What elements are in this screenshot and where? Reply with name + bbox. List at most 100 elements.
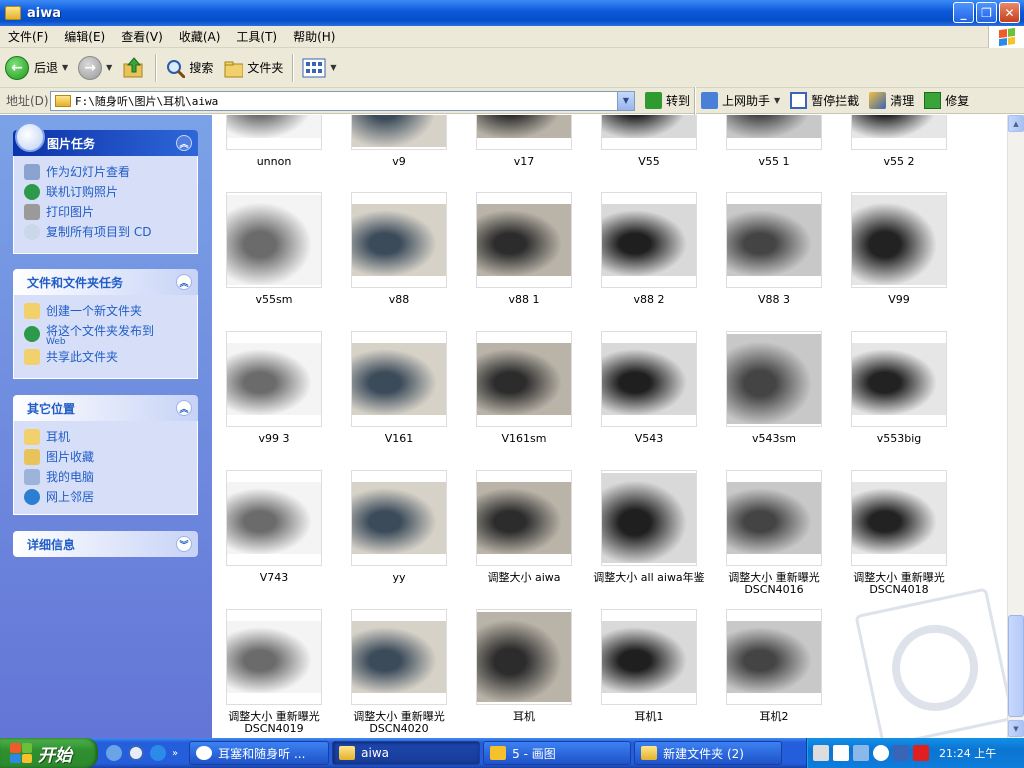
file-name[interactable]: 调整大小 aiwa xyxy=(459,572,589,584)
forward-button[interactable]: → ▼ xyxy=(73,51,117,85)
thumbnail[interactable] xyxy=(726,192,822,288)
address-path[interactable]: F:\随身听\图片\耳机\aiwa xyxy=(75,93,218,109)
file-name[interactable]: 调整大小 all aiwa年鉴 xyxy=(584,572,714,584)
file-name[interactable]: V88 3 xyxy=(709,294,839,306)
file-name[interactable]: v543sm xyxy=(709,433,839,445)
file-name[interactable]: 调整大小 重新曝光DSCN4018 xyxy=(834,572,964,596)
thumbnail[interactable] xyxy=(851,115,947,150)
back-button[interactable]: ← 后退 ▼ xyxy=(0,51,73,85)
menu-tools[interactable]: 工具(T) xyxy=(228,27,285,47)
keyboard-icon[interactable] xyxy=(813,745,829,761)
thumbnail[interactable] xyxy=(476,470,572,566)
collapse-icon[interactable]: ︽ xyxy=(176,135,192,151)
thumbnail[interactable] xyxy=(351,331,447,427)
copy-to-cd-link[interactable]: 复制所有项目到 CD xyxy=(24,222,187,242)
file-name[interactable]: v9 xyxy=(334,156,464,168)
file-name[interactable]: V161sm xyxy=(459,433,589,445)
menu-edit[interactable]: 编辑(E) xyxy=(56,27,113,47)
tray-app-icon[interactable] xyxy=(893,745,909,761)
task-button-1[interactable]: 耳塞和随身听 ... xyxy=(189,741,330,765)
file-name[interactable]: v55 2 xyxy=(834,156,964,168)
folders-button[interactable]: 文件夹 xyxy=(218,51,288,85)
thumbnail[interactable] xyxy=(351,115,447,150)
repair-button[interactable]: 修复 xyxy=(924,92,969,109)
scroll-thumb[interactable] xyxy=(1008,615,1024,717)
file-name[interactable]: V743 xyxy=(212,572,339,584)
menu-help[interactable]: 帮助(H) xyxy=(285,27,343,47)
collapse-icon[interactable]: ︽ xyxy=(176,400,192,416)
go-button[interactable]: 转到 xyxy=(645,92,690,109)
assistant-button[interactable]: 上网助手 ▼ xyxy=(701,92,780,109)
file-name[interactable]: v88 xyxy=(334,294,464,306)
file-name[interactable]: v88 1 xyxy=(459,294,589,306)
slideshow-link[interactable]: 作为幻灯片查看 xyxy=(24,162,187,182)
publish-web-link[interactable]: 将这个文件夹发布到 Web xyxy=(24,324,187,347)
file-name[interactable]: 调整大小 重新曝光DSCN4016 xyxy=(709,572,839,596)
chevron-down-icon[interactable]: ▼ xyxy=(774,96,780,105)
thumbnail[interactable] xyxy=(476,115,572,150)
file-folder-tasks-header[interactable]: 文件和文件夹任务 ︽ xyxy=(13,269,198,295)
thumbnail[interactable] xyxy=(851,192,947,288)
new-folder-link[interactable]: 创建一个新文件夹 xyxy=(24,301,187,321)
file-name[interactable]: v88 2 xyxy=(584,294,714,306)
place-my-computer-link[interactable]: 我的电脑 xyxy=(24,467,187,487)
share-folder-link[interactable]: 共享此文件夹 xyxy=(24,347,187,367)
popup-block-button[interactable]: 暂停拦截 xyxy=(790,92,859,109)
file-name[interactable]: V55 xyxy=(584,156,714,168)
chevron-down-icon[interactable]: ▼ xyxy=(330,63,336,72)
file-name[interactable]: 耳机 xyxy=(459,711,589,723)
up-folder-button[interactable] xyxy=(117,51,151,85)
place-network-link[interactable]: 网上邻居 xyxy=(24,487,187,507)
task-button-2[interactable]: aiwa xyxy=(332,741,481,765)
task-button-3[interactable]: 5 - 画图 xyxy=(483,741,632,765)
file-name[interactable]: yy xyxy=(334,572,464,584)
thumbnail[interactable] xyxy=(726,609,822,705)
maximize-button[interactable]: ❐ xyxy=(976,2,997,23)
task-button-4[interactable]: 新建文件夹 (2) xyxy=(634,741,783,765)
thumbnail[interactable] xyxy=(601,470,697,566)
vertical-scrollbar[interactable]: ▲ ▼ xyxy=(1007,115,1024,738)
thumbnail[interactable] xyxy=(351,609,447,705)
thumbnail[interactable] xyxy=(851,470,947,566)
thumbnail[interactable] xyxy=(601,609,697,705)
antivirus-icon[interactable] xyxy=(913,745,929,761)
details-header[interactable]: 详细信息 ︾ xyxy=(13,531,198,557)
scroll-up-icon[interactable]: ▲ xyxy=(1008,115,1024,132)
clean-button[interactable]: 清理 xyxy=(869,92,914,109)
collapse-icon[interactable]: ︽ xyxy=(176,274,192,290)
ie-icon[interactable] xyxy=(150,745,166,761)
address-dropdown-icon[interactable]: ▼ xyxy=(617,91,634,110)
file-name[interactable]: v553big xyxy=(834,433,964,445)
thumbnail[interactable] xyxy=(476,192,572,288)
thumbnail[interactable] xyxy=(226,470,322,566)
file-name[interactable]: V543 xyxy=(584,433,714,445)
thumbnail[interactable] xyxy=(351,192,447,288)
print-pictures-link[interactable]: 打印图片 xyxy=(24,202,187,222)
file-name[interactable]: v55 1 xyxy=(709,156,839,168)
place-my-pictures-link[interactable]: 图片收藏 xyxy=(24,447,187,467)
address-input[interactable]: F:\随身听\图片\耳机\aiwa ▼ xyxy=(50,90,635,111)
thumbnail[interactable] xyxy=(601,192,697,288)
thumbnail[interactable] xyxy=(726,115,822,150)
file-name[interactable]: 耳机1 xyxy=(584,711,714,723)
close-button[interactable]: ✕ xyxy=(999,2,1020,23)
speaker-icon[interactable] xyxy=(853,745,869,761)
expand-icon[interactable]: ︾ xyxy=(176,536,192,552)
network-icon[interactable] xyxy=(873,745,889,761)
thumbnail[interactable] xyxy=(351,470,447,566)
thumbnail[interactable] xyxy=(601,331,697,427)
thumbnail[interactable] xyxy=(601,115,697,150)
chevron-down-icon[interactable]: ▼ xyxy=(106,63,112,72)
file-name[interactable]: V161 xyxy=(334,433,464,445)
thumbnail[interactable] xyxy=(226,609,322,705)
file-name[interactable]: V99 xyxy=(834,294,964,306)
file-name[interactable]: 调整大小 重新曝光DSCN4020 xyxy=(334,711,464,735)
file-name[interactable]: v17 xyxy=(459,156,589,168)
place-earphones-link[interactable]: 耳机 xyxy=(24,427,187,447)
scroll-down-icon[interactable]: ▼ xyxy=(1008,720,1024,737)
order-prints-link[interactable]: 联机订购照片 xyxy=(24,182,187,202)
file-name[interactable]: unnon xyxy=(212,156,339,168)
chevron-down-icon[interactable]: ▼ xyxy=(62,63,68,72)
thumbnail[interactable] xyxy=(726,331,822,427)
start-button[interactable]: 开始 xyxy=(0,738,98,768)
